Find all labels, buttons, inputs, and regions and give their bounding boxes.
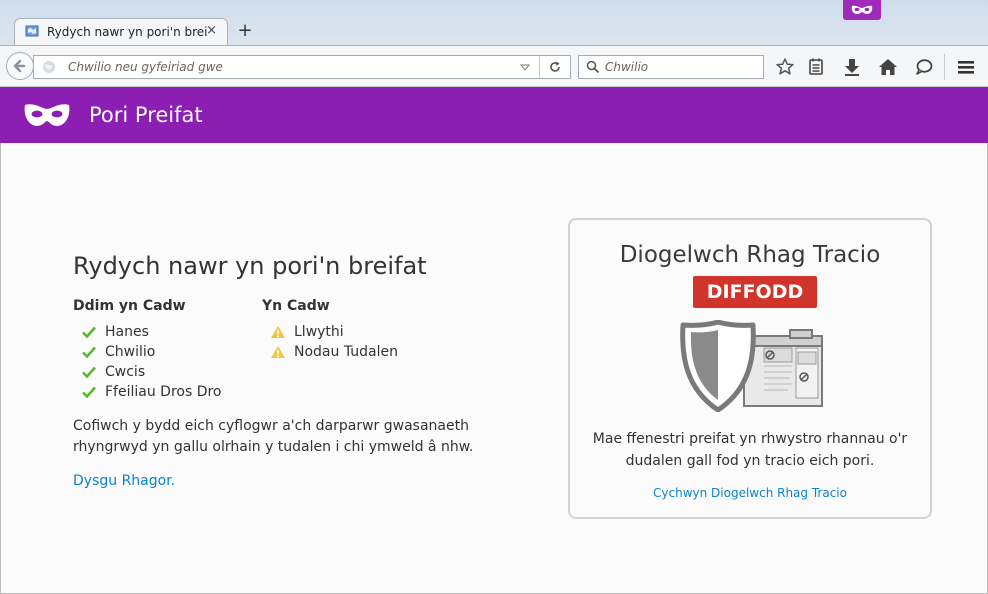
list-item: Hanes xyxy=(73,322,222,342)
back-arrow-icon xyxy=(13,59,26,73)
private-mask-icon xyxy=(851,5,873,14)
url-bar[interactable] xyxy=(33,55,571,79)
not-saved-heading: Ddim yn Cadw xyxy=(73,298,186,314)
home-button[interactable] xyxy=(876,55,900,79)
private-mask-icon xyxy=(24,104,70,126)
bookmark-button[interactable] xyxy=(773,55,797,79)
checkmark-icon xyxy=(82,326,96,339)
list-item: Chwilio xyxy=(73,342,222,362)
chat-bubble-icon xyxy=(916,59,933,75)
list-item: Cwcis xyxy=(73,362,222,382)
search-bar[interactable] xyxy=(578,55,764,79)
not-saved-list: Hanes Chwilio Cwcis Ffeiliau Dros Dro xyxy=(73,322,222,402)
tracking-protection-description: Mae ffenestri preifat yn rhwystro rhanna… xyxy=(592,431,908,469)
downloads-button[interactable] xyxy=(840,55,864,79)
menu-button[interactable] xyxy=(954,55,978,79)
download-icon xyxy=(845,59,859,76)
page-title: Rydych nawr yn pori'n breifat xyxy=(73,252,427,280)
navigation-toolbar xyxy=(0,45,988,87)
toolbar-separator xyxy=(944,54,945,80)
list-item: Llwythi xyxy=(262,322,398,342)
list-item-label: Nodau Tudalen xyxy=(294,344,398,360)
url-input[interactable] xyxy=(68,56,508,78)
search-input[interactable] xyxy=(605,56,755,78)
search-icon xyxy=(586,60,600,74)
title-bar: Rydych nawr yn pori'n brei... × + xyxy=(0,0,988,45)
reading-list-button[interactable] xyxy=(804,55,828,79)
tab-close-icon[interactable]: × xyxy=(206,23,217,38)
saved-heading: Yn Cadw xyxy=(262,298,330,314)
globe-icon xyxy=(43,61,55,73)
header-title: Pori Preifat xyxy=(89,103,203,127)
list-item-label: Cwcis xyxy=(105,364,146,380)
checkmark-icon xyxy=(82,346,96,359)
back-button[interactable] xyxy=(6,52,34,80)
status-badge: DIFFODD xyxy=(693,276,817,308)
checkmark-icon xyxy=(82,386,96,399)
list-item-label: Ffeiliau Dros Dro xyxy=(105,384,222,400)
private-browsing-header: Pori Preifat xyxy=(0,87,988,143)
reading-list-icon xyxy=(809,58,823,75)
list-item-label: Hanes xyxy=(105,324,149,340)
tracking-protection-card: Diogelwch Rhag Tracio DIFFODD Mae ffenes… xyxy=(568,218,932,519)
active-tab[interactable]: Rydych nawr yn pori'n brei... × xyxy=(14,18,228,45)
chat-button[interactable] xyxy=(912,55,936,79)
private-tab-icon xyxy=(25,25,39,37)
checkmark-icon xyxy=(82,366,96,379)
home-icon xyxy=(879,59,897,75)
new-tab-button[interactable]: + xyxy=(236,20,254,42)
page-content: Rydych nawr yn pori'n breifat Ddim yn Ca… xyxy=(0,143,988,594)
bookmark-star-icon xyxy=(776,58,794,75)
reload-icon[interactable] xyxy=(547,59,563,75)
private-browsing-indicator xyxy=(843,0,881,20)
url-dropdown-icon[interactable] xyxy=(520,62,530,72)
enable-tracking-protection-link[interactable]: Cychwyn Diogelwch Rhag Tracio xyxy=(570,486,930,500)
list-item-label: Chwilio xyxy=(105,344,156,360)
warning-icon xyxy=(271,326,285,338)
list-item-label: Llwythi xyxy=(294,324,344,340)
tab-title: Rydych nawr yn pori'n brei... xyxy=(47,25,207,39)
list-item: Ffeiliau Dros Dro xyxy=(73,382,222,402)
learn-more-link[interactable]: Dysgu Rhagor. xyxy=(73,473,175,489)
url-separator xyxy=(539,56,540,78)
saved-list: Llwythi Nodau Tudalen xyxy=(262,322,398,362)
tracking-shield-illustration xyxy=(680,320,823,412)
warning-icon xyxy=(271,346,285,358)
list-item: Nodau Tudalen xyxy=(262,342,398,362)
tracking-protection-title: Diogelwch Rhag Tracio xyxy=(619,242,881,268)
privacy-note: Cofiwch y bydd eich cyflogwr a'ch darpar… xyxy=(73,418,474,455)
hamburger-menu-icon xyxy=(958,61,974,74)
